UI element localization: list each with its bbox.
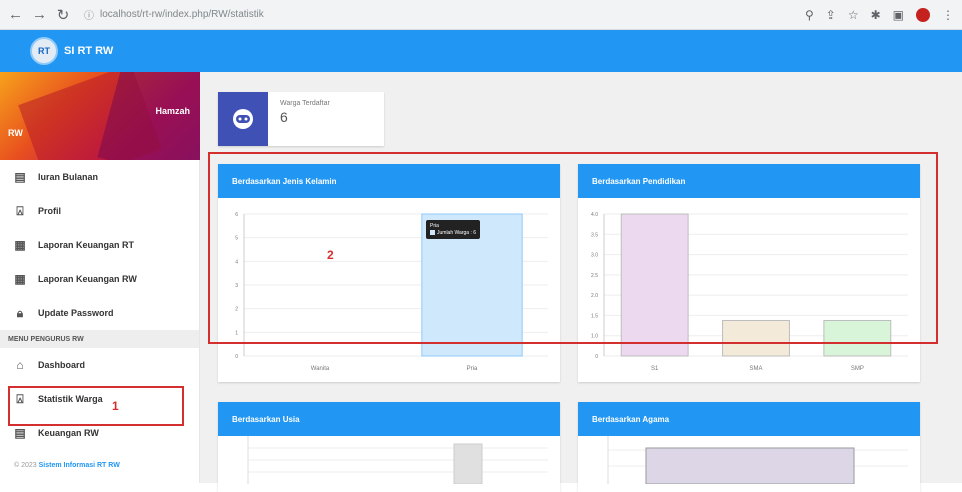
age-chart-partial <box>247 436 548 485</box>
sidebar-item-label: Iuran Bulanan <box>38 172 99 182</box>
annotation-box-2 <box>208 152 938 344</box>
info-icon[interactable]: ⓘ <box>84 7 94 22</box>
sidebar-item-label: Laporan Keuangan RW <box>38 274 137 284</box>
x-tick-label: S1 <box>651 366 659 372</box>
browser-toolbar: ← → ↻ ⓘ localhost/rt-rw/index.php/RW/sta… <box>0 0 962 30</box>
report-icon: ▦ <box>14 238 26 252</box>
sidebar-footer: © 2023 Sistem Informasi RT RW <box>14 462 120 469</box>
face-icon <box>218 92 268 146</box>
lock-icon: 🔒︎ <box>16 305 24 320</box>
user-name[interactable]: Hamzah <box>155 106 190 116</box>
sidebar-item-update-password[interactable]: 🔒︎ Update Password <box>0 296 199 330</box>
star-icon[interactable]: ☆ <box>848 8 859 22</box>
person-icon: ⍓ <box>16 203 24 218</box>
app-header: RT SI RT RW <box>0 30 962 72</box>
sidebar-item-dashboard[interactable]: ⌂ Dashboard <box>0 348 199 382</box>
y-tick-label: 0 <box>235 354 238 360</box>
share-icon[interactable]: ⇪ <box>826 8 836 22</box>
y-tick-label: 0 <box>595 354 598 360</box>
more-icon[interactable]: ⋮ <box>942 8 954 22</box>
forward-icon[interactable]: → <box>32 6 47 23</box>
main-content: Warga Terdaftar 6 Berdasarkan Jenis Kela… <box>200 72 962 492</box>
profile-avatar[interactable] <box>916 7 930 22</box>
sidebar-item-laporan-rw[interactable]: ▦ Laporan Keuangan RW <box>0 262 199 296</box>
annotation-box-1 <box>8 386 184 426</box>
annotation-number-1: 1 <box>112 399 119 413</box>
brand-title[interactable]: SI RT RW <box>64 45 113 57</box>
panel-title: Berdasarkan Usia <box>218 402 560 436</box>
home-icon: ⌂ <box>16 358 24 372</box>
panel-age: Berdasarkan Usia <box>218 402 560 492</box>
sidebar-item-profil[interactable]: ⍓ Profil <box>0 194 199 228</box>
sidebar-item-label: Profil <box>38 206 62 216</box>
browser-actions: ⚲ ⇪ ☆ ✱ ▣ ⋮ <box>805 7 954 22</box>
user-banner: Hamzah RW <box>0 72 200 160</box>
section-header: MENU PENGURUS RW <box>0 330 199 348</box>
panel-religion: Berdasarkan Agama <box>578 402 920 492</box>
religion-chart-partial <box>607 436 908 485</box>
sidebar-item-label: Update Password <box>38 308 114 318</box>
sidebar-item-iuran-bulanan[interactable]: ▤ Iuran Bulanan <box>0 160 199 194</box>
url-text: localhost/rt-rw/index.php/RW/statistik <box>100 9 264 20</box>
sidebar-item-label: Dashboard <box>38 360 86 370</box>
footer-prefix: © 2023 <box>14 462 37 469</box>
app-logo-text: RT <box>38 46 50 56</box>
sidebar-item-label: Laporan Keuangan RT <box>38 240 135 250</box>
sidepanel-icon[interactable]: ▣ <box>893 8 904 22</box>
info-label: Warga Terdaftar <box>280 100 330 107</box>
x-tick-label: SMA <box>749 366 762 372</box>
info-value: 6 <box>280 109 288 125</box>
sidebar-item-label: Keuangan RW <box>38 428 99 438</box>
x-tick-label: Wanita <box>311 366 330 372</box>
user-role: RW <box>8 128 23 138</box>
sidebar-item-laporan-rt[interactable]: ▦ Laporan Keuangan RT <box>0 228 199 262</box>
calendar-icon: ▤ <box>14 426 26 440</box>
zoom-icon[interactable]: ⚲ <box>805 8 814 22</box>
app-logo[interactable]: RT <box>30 37 58 65</box>
annotation-number-2: 2 <box>327 248 334 262</box>
calendar-icon: ▤ <box>14 170 26 184</box>
footer-link[interactable]: Sistem Informasi RT RW <box>39 462 120 469</box>
x-tick-label: SMP <box>851 366 864 372</box>
report-icon: ▦ <box>14 272 26 286</box>
reload-icon[interactable]: ↻ <box>56 6 70 24</box>
x-tick-label: Pria <box>467 366 478 372</box>
back-icon[interactable]: ← <box>8 6 23 23</box>
panel-title: Berdasarkan Agama <box>578 402 920 436</box>
address-bar[interactable]: ⓘ localhost/rt-rw/index.php/RW/statistik <box>80 4 780 25</box>
registered-residents-card: Warga Terdaftar 6 <box>218 92 384 146</box>
extensions-icon[interactable]: ✱ <box>871 8 881 22</box>
